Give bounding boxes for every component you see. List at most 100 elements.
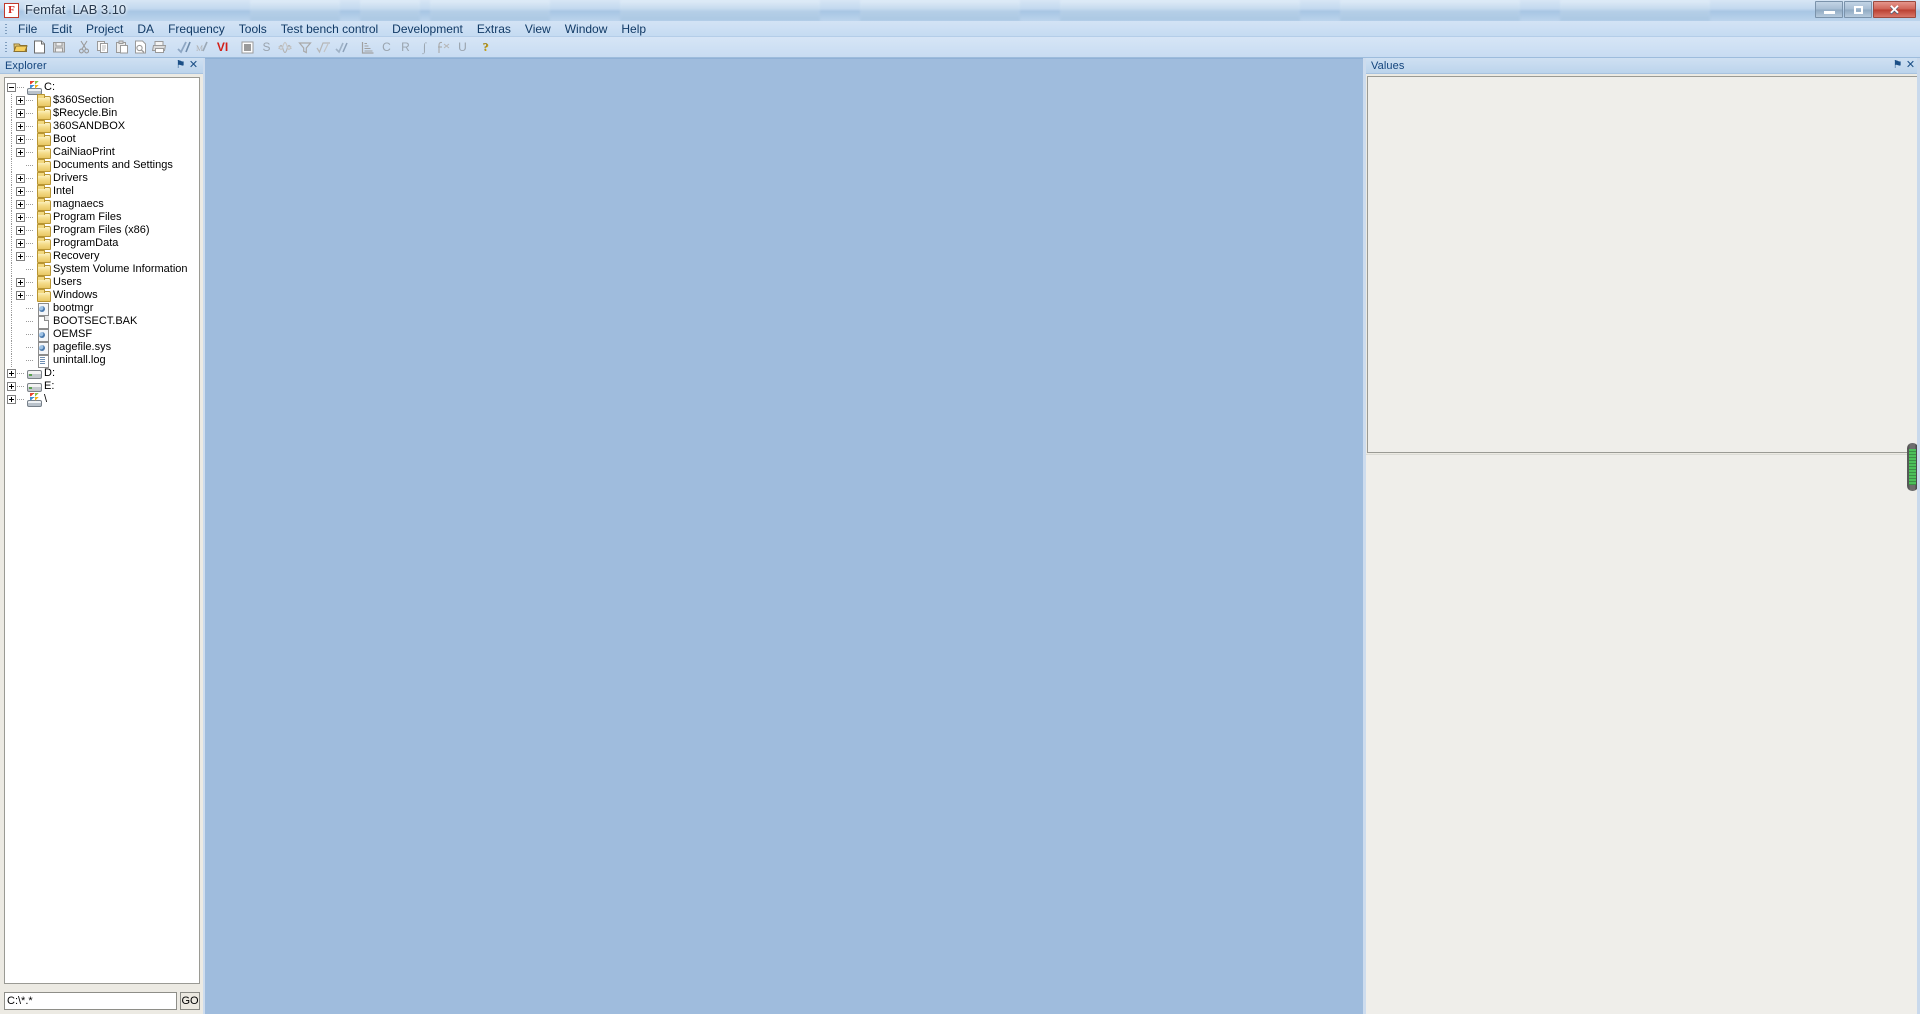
- expand-plus-icon[interactable]: [16, 109, 25, 118]
- menu-item-extras[interactable]: Extras: [470, 21, 518, 37]
- histogram-icon[interactable]: [358, 38, 377, 57]
- app-icon[interactable]: F: [4, 3, 19, 18]
- expand-plus-icon[interactable]: [16, 213, 25, 222]
- vi-icon[interactable]: VI: [213, 38, 232, 57]
- tree-item-label: Intel: [53, 185, 74, 197]
- expand-plus-icon[interactable]: [16, 252, 25, 261]
- tree-item[interactable]: E:: [7, 380, 199, 393]
- expand-plus-icon[interactable]: [16, 174, 25, 183]
- tree-item[interactable]: System Volume Information: [7, 263, 199, 276]
- tree-item[interactable]: Windows: [7, 289, 199, 302]
- tree-item[interactable]: $Recycle.Bin: [7, 107, 199, 120]
- copy-icon[interactable]: [93, 38, 112, 57]
- tree-connector: [26, 185, 35, 198]
- menu-item-window[interactable]: Window: [558, 21, 615, 37]
- expand-plus-icon[interactable]: [16, 135, 25, 144]
- integral-icon[interactable]: ∫: [415, 38, 434, 57]
- fx-icon[interactable]: [434, 38, 453, 57]
- tree-item[interactable]: D:: [7, 367, 199, 380]
- rms-icon[interactable]: [314, 38, 333, 57]
- pin-icon[interactable]: ⚑: [174, 59, 187, 72]
- expand-plus-icon[interactable]: [16, 148, 25, 157]
- left-splitter[interactable]: [203, 58, 205, 1014]
- tree-connector: [7, 328, 16, 341]
- underline-u-icon[interactable]: U: [453, 38, 472, 57]
- tree-item[interactable]: \: [7, 393, 199, 407]
- expand-plus-icon[interactable]: [16, 187, 25, 196]
- toolbar-grip-handle[interactable]: [2, 40, 11, 54]
- measure-curve-icon[interactable]: M: [194, 38, 213, 57]
- tree-item[interactable]: Users: [7, 276, 199, 289]
- menu-item-file[interactable]: File: [11, 21, 44, 37]
- tree-item[interactable]: ProgramData: [7, 237, 199, 250]
- paste-icon[interactable]: [112, 38, 131, 57]
- expand-plus-icon[interactable]: [16, 96, 25, 105]
- tree-item[interactable]: magnaecs: [7, 198, 199, 211]
- expand-plus-icon[interactable]: [16, 226, 25, 235]
- expand-plus-icon[interactable]: [7, 369, 16, 378]
- rainflow-r-icon[interactable]: R: [396, 38, 415, 57]
- tree-item[interactable]: C:: [7, 81, 199, 95]
- save-icon[interactable]: [49, 38, 68, 57]
- menu-item-help[interactable]: Help: [614, 21, 653, 37]
- cut-icon[interactable]: [74, 38, 93, 57]
- minimize-button[interactable]: [1815, 1, 1843, 18]
- menu-item-frequency[interactable]: Frequency: [161, 21, 232, 37]
- tree-item[interactable]: Recovery: [7, 250, 199, 263]
- expand-plus-icon[interactable]: [7, 382, 16, 391]
- close-icon[interactable]: ✕: [1904, 59, 1917, 72]
- restore-button[interactable]: [1844, 1, 1872, 18]
- explorer-tree-container[interactable]: C: $360Section $Recycle.Bin 360SANDBOX Boot C…: [4, 77, 200, 984]
- check-signal-icon[interactable]: [333, 38, 352, 57]
- folder-icon: [35, 159, 51, 172]
- menu-grip-handle[interactable]: [2, 22, 11, 36]
- tree-item[interactable]: Drivers: [7, 172, 199, 185]
- menu-item-da[interactable]: DA: [130, 21, 161, 37]
- tree-item[interactable]: unintall.log: [7, 354, 199, 368]
- expand-plus-icon[interactable]: [16, 122, 25, 131]
- tree-item[interactable]: bootmgr: [7, 302, 199, 316]
- expand-plus-icon[interactable]: [16, 291, 25, 300]
- go-button[interactable]: GO: [180, 992, 200, 1010]
- expand-plus-icon[interactable]: [16, 278, 25, 287]
- print-preview-icon[interactable]: [131, 38, 150, 57]
- close-icon[interactable]: ✕: [187, 59, 200, 72]
- tree-item[interactable]: Intel: [7, 185, 199, 198]
- menu-item-development[interactable]: Development: [385, 21, 470, 37]
- values-list-container[interactable]: [1367, 76, 1918, 453]
- menu-item-test-bench-control[interactable]: Test bench control: [274, 21, 385, 37]
- print-icon[interactable]: [150, 38, 169, 57]
- expand-plus-icon[interactable]: [16, 200, 25, 209]
- tree-item[interactable]: Boot: [7, 133, 199, 146]
- mdi-workspace[interactable]: [205, 58, 1363, 1014]
- tree-item[interactable]: OEMSF: [7, 328, 199, 342]
- expand-plus-icon[interactable]: [16, 239, 25, 248]
- tree-item[interactable]: Program Files: [7, 211, 199, 224]
- counting-c-icon[interactable]: C: [377, 38, 396, 57]
- menu-item-view[interactable]: View: [518, 21, 558, 37]
- menu-item-project[interactable]: Project: [79, 21, 130, 37]
- open-folder-icon[interactable]: [11, 38, 30, 57]
- tree-item[interactable]: BOOTSECT.BAK: [7, 315, 199, 329]
- tree-item[interactable]: $360Section: [7, 94, 199, 107]
- menu-item-tools[interactable]: Tools: [232, 21, 274, 37]
- window-icon[interactable]: [238, 38, 257, 57]
- check-curve-icon[interactable]: [175, 38, 194, 57]
- tree-item[interactable]: Documents and Settings: [7, 159, 199, 172]
- spectrum-s-icon[interactable]: S: [257, 38, 276, 57]
- path-input[interactable]: [4, 992, 177, 1010]
- filter-icon[interactable]: [295, 38, 314, 57]
- expand-plus-icon[interactable]: [7, 395, 16, 404]
- tree-item[interactable]: pagefile.sys: [7, 341, 199, 355]
- close-button[interactable]: ✕: [1873, 1, 1916, 18]
- new-document-icon[interactable]: [30, 38, 49, 57]
- collapse-minus-icon[interactable]: [7, 83, 16, 92]
- tree-connector: [26, 146, 35, 159]
- tree-item[interactable]: Program Files (x86): [7, 224, 199, 237]
- tree-item[interactable]: CaiNiaoPrint: [7, 146, 199, 159]
- help-icon[interactable]: ? ?: [478, 38, 497, 57]
- tree-item[interactable]: 360SANDBOX: [7, 120, 199, 133]
- menu-item-edit[interactable]: Edit: [44, 21, 79, 37]
- waveform-icon[interactable]: [276, 38, 295, 57]
- pin-icon[interactable]: ⚑: [1891, 59, 1904, 72]
